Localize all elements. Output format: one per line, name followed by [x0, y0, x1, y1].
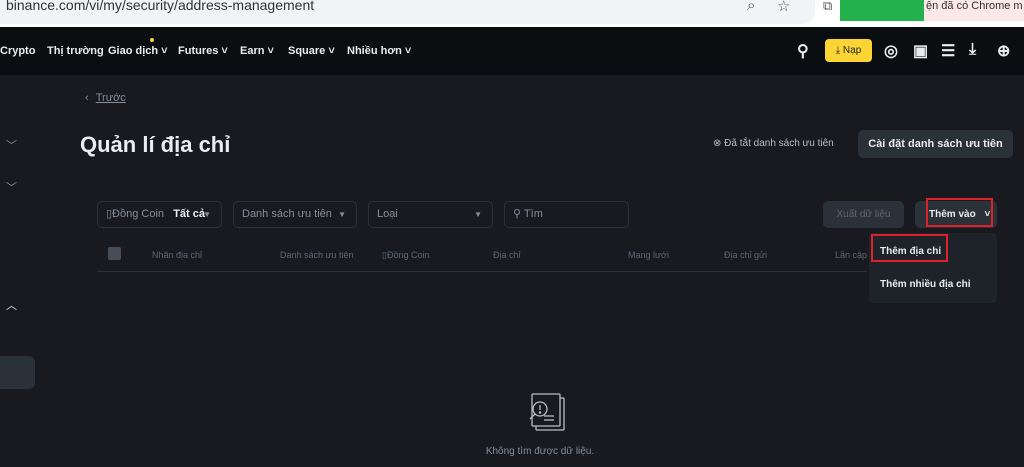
col-network[interactable]: Mạng lưới: [628, 250, 669, 260]
chevron-down-icon[interactable]: ﹀: [6, 137, 17, 153]
coin-filter-label: ▯Đồng Coin: [106, 208, 165, 220]
nav-trade-label: Giao dịch: [108, 45, 159, 57]
nav-more-label: Nhiều hơn: [347, 45, 402, 57]
extension-icon[interactable]: ⧉: [823, 0, 832, 14]
col-address[interactable]: Địa chỉ: [493, 250, 521, 260]
whitelist-settings-button[interactable]: Cài đặt danh sách ưu tiên: [858, 130, 1013, 158]
nav-square-label: Square: [288, 45, 326, 57]
browser-bar: binance.com/vi/my/security/address-manag…: [0, 0, 1024, 27]
nav-earn-label: Earn: [240, 45, 265, 57]
menu-item-add-multiple[interactable]: Thêm nhiều địa chỉ: [880, 279, 971, 290]
export-button[interactable]: Xuất dữ liệu: [823, 201, 904, 228]
search-input[interactable]: ⚲ Tìm: [504, 201, 629, 228]
redacted-block: [840, 0, 924, 21]
whitelist-status-text: Đã tắt danh sách ưu tiên: [724, 138, 834, 149]
extension-notice-text: ện đã có Chrome m: [926, 0, 1023, 12]
coin-filter-value: Tất cả: [173, 208, 205, 220]
wallet-icon[interactable]: ▣: [913, 41, 928, 61]
type-filter-label: Loại: [377, 208, 398, 220]
chevron-down-icon[interactable]: ﹀: [6, 179, 17, 195]
nav-futures[interactable]: Futures ˅: [178, 45, 228, 57]
whitelist-filter-label: Danh sách ưu tiên: [242, 208, 332, 220]
col-whitelist[interactable]: Danh sách ưu tiên: [280, 250, 354, 260]
notification-dot: [150, 38, 154, 42]
highlight-box: [926, 198, 993, 227]
back-link[interactable]: ‹ Trước: [85, 92, 126, 104]
url-text: binance.com/vi/my/security/address-manag…: [6, 0, 315, 13]
message-icon[interactable]: ☰: [941, 41, 955, 61]
extension-notice: ện đã có Chrome m: [924, 0, 1024, 21]
nav-futures-label: Futures: [178, 45, 219, 57]
search-icon: ⚲: [513, 208, 522, 220]
star-icon[interactable]: ☆: [777, 0, 790, 15]
page-title: Quản lí địa chỉ: [80, 132, 231, 157]
empty-state-icon: [522, 390, 568, 436]
back-label: Trước: [95, 92, 126, 104]
select-all-checkbox[interactable]: [108, 247, 121, 260]
nav-trade[interactable]: Giao dịch ˅: [108, 45, 168, 57]
col-memo[interactable]: Địa chỉ gửi: [724, 250, 767, 260]
download-icon[interactable]: ⤓: [969, 41, 976, 59]
url-bar[interactable]: binance.com/vi/my/security/address-manag…: [0, 0, 815, 24]
deposit-button[interactable]: ⤓ Nạp: [825, 39, 872, 62]
chevron-up-icon[interactable]: ︿: [6, 297, 17, 313]
caret-down-icon: ▼: [203, 210, 211, 219]
search-placeholder: Tìm: [523, 208, 543, 220]
globe-icon[interactable]: ⊕: [997, 41, 1010, 61]
close-circle-icon: ⊗: [713, 138, 722, 149]
sidebar: ﹀ ﹀ ︿: [0, 75, 40, 467]
nav-square[interactable]: Square ˅: [288, 45, 335, 57]
sidebar-active-item[interactable]: [0, 356, 35, 389]
whitelist-status: ⊗ Đã tắt danh sách ưu tiên: [713, 138, 834, 149]
caret-down-icon: ▼: [474, 210, 482, 219]
col-label[interactable]: Nhãn địa chỉ: [152, 250, 202, 260]
highlight-box: [871, 234, 948, 262]
nav-crypto[interactable]: Crypto: [0, 45, 35, 57]
type-filter[interactable]: Loại ▼: [368, 201, 493, 228]
search-icon[interactable]: ⚲: [797, 41, 809, 61]
user-icon[interactable]: ◎: [884, 41, 898, 61]
nav-earn[interactable]: Earn ˅: [240, 45, 274, 57]
whitelist-filter[interactable]: Danh sách ưu tiên ▼: [233, 201, 357, 228]
nav-more[interactable]: Nhiều hơn ˅: [347, 45, 411, 57]
deposit-label: Nạp: [842, 45, 862, 56]
coin-filter[interactable]: ▯Đồng Coin Tất cả ▼: [97, 201, 222, 228]
top-nav: Crypto Thị trường Giao dịch ˅ Futures ˅ …: [0, 27, 1024, 75]
nav-markets[interactable]: Thị trường: [47, 45, 104, 57]
col-coin[interactable]: ▯Đồng Coin: [382, 250, 429, 261]
empty-state-text: Không tìm được dữ liệu.: [485, 446, 595, 457]
caret-down-icon: ▼: [338, 210, 346, 219]
zoom-icon[interactable]: ⌕: [747, 0, 755, 14]
